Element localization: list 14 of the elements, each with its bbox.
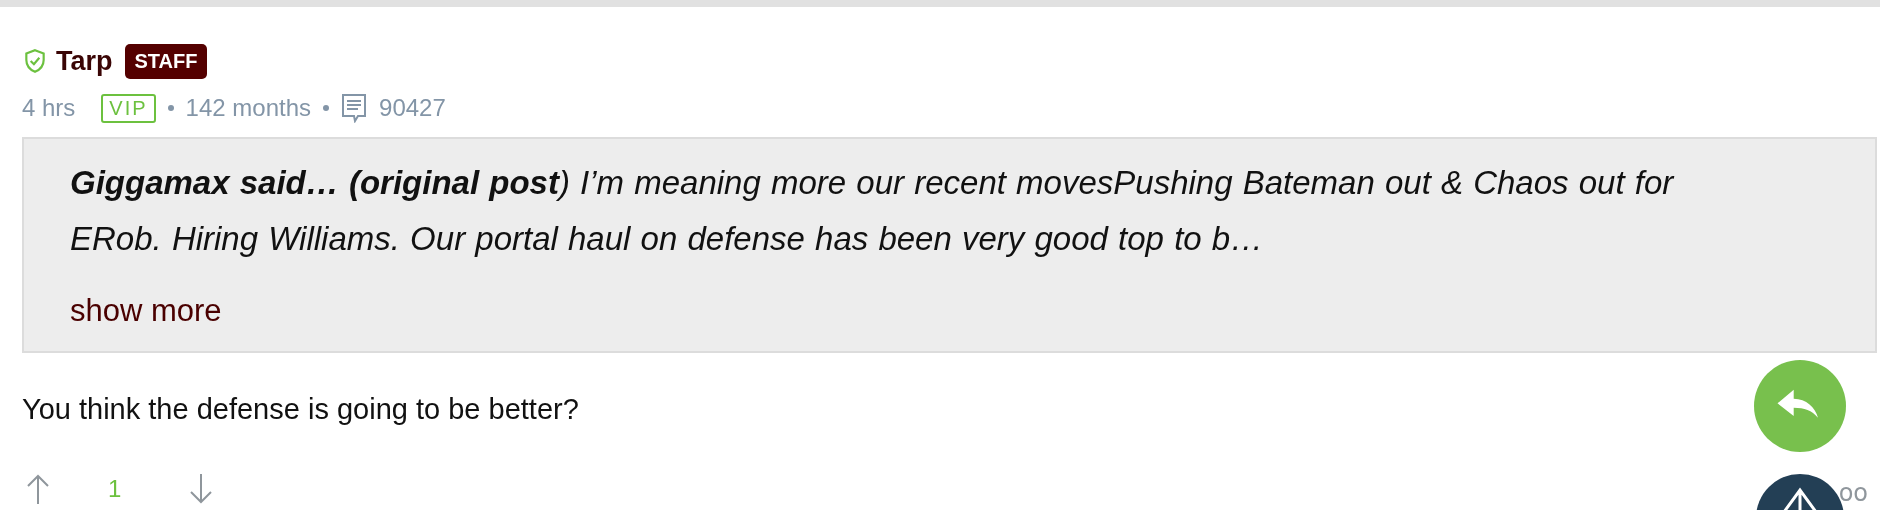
post-count: 90427 [379, 94, 446, 122]
show-more-link[interactable]: show more [70, 293, 222, 329]
vip-badge: VIP [101, 93, 156, 123]
post-body: You think the defense is going to be better? [22, 393, 579, 426]
upvote-icon[interactable] [26, 474, 50, 504]
cut-text: oo [1838, 479, 1868, 507]
comment-icon [341, 93, 368, 123]
quote-text: Giggamax said… (original post) I’m meaning more our recent movesPushing Bateman out & Chaos out for ERob. Hiring Williams. Our portal haul on defense has been very good top to b… [70, 163, 1676, 259]
downvote-icon[interactable] [189, 474, 214, 504]
post-time: 4 hrs [22, 94, 76, 122]
author-name[interactable]: Tarp [56, 45, 113, 77]
vote-score: 1 [108, 475, 122, 503]
membership-duration: 142 months [185, 94, 312, 122]
staff-badge: STAFF [124, 43, 208, 79]
